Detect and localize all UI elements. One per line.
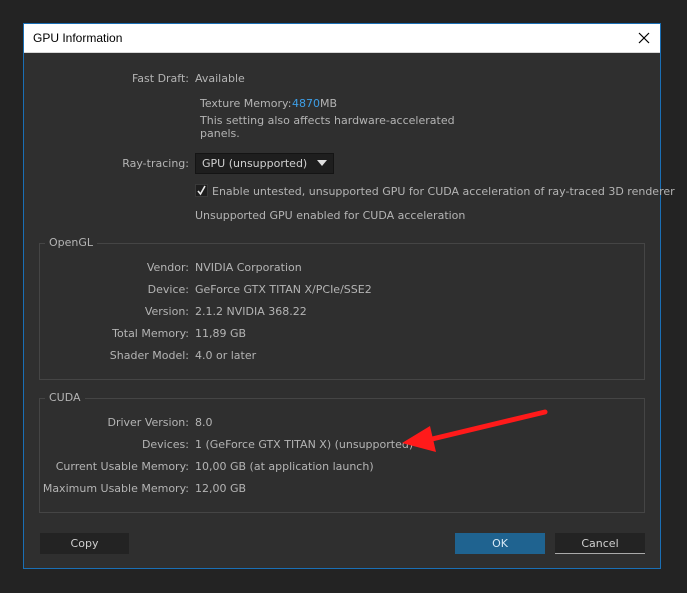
annotation-arrow-icon [402,409,548,452]
